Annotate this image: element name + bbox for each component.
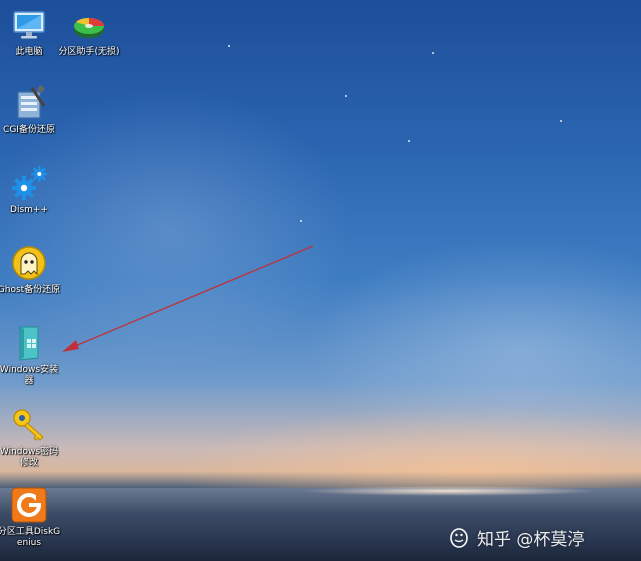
wallpaper-star [228,45,230,47]
desktop-wallpaper [0,0,641,561]
desktop-icon-cgi-backup[interactable]: CGI备份还原 [0,84,61,136]
desktop-icon-windows-password[interactable]: Windows密码修改 [0,406,61,469]
windows-installer-icon [19,326,39,361]
desktop-icon-windows-installer[interactable]: Windows安装器 [0,324,61,387]
desktop-icon-label: 分区助手(无损) [58,47,120,57]
watermark-text: 知乎 @杯莫渟 [477,529,585,550]
computer-icon [13,11,45,39]
disk-pie-icon [74,17,104,38]
diskgenius-icon [11,487,47,523]
desktop-icon-label: Windows安装器 [0,365,59,386]
desktop-icon-label: Dism++ [10,205,48,215]
cgi-backup-icon [17,84,46,119]
desktop-icon-diskgenius[interactable]: 分区工具DiskGenius [0,486,61,549]
desktop-icon-label: 分区工具DiskGenius [0,527,61,548]
wallpaper-star [432,52,434,54]
desktop-icon-label: 此电脑 [15,47,43,57]
wallpaper-star [408,140,410,142]
desktop-icon-ghost-backup[interactable]: Ghost备份还原 [0,244,61,296]
penguin-logo-icon [450,528,468,548]
gears-icon [12,166,47,200]
desktop-icon-this-pc[interactable]: 此电脑 [0,6,61,58]
desktop-icon-label: CGI备份还原 [3,125,55,135]
desktop-icon-label: Ghost备份还原 [0,285,61,295]
wallpaper-horizon-glow [300,486,600,496]
ghost-icon [12,246,46,280]
desktop-icon-dism[interactable]: Dism++ [0,164,61,216]
zhihu-watermark: 知乎 @杯莫渟 [447,524,584,550]
desktop-icon-partition-assistant[interactable]: 分区助手(无损) [57,6,121,58]
key-icon [13,409,44,441]
desktop-icon-label: Windows密码修改 [0,447,59,468]
wallpaper-star [300,220,302,222]
wallpaper-star [560,120,562,122]
wallpaper-star [345,95,347,97]
